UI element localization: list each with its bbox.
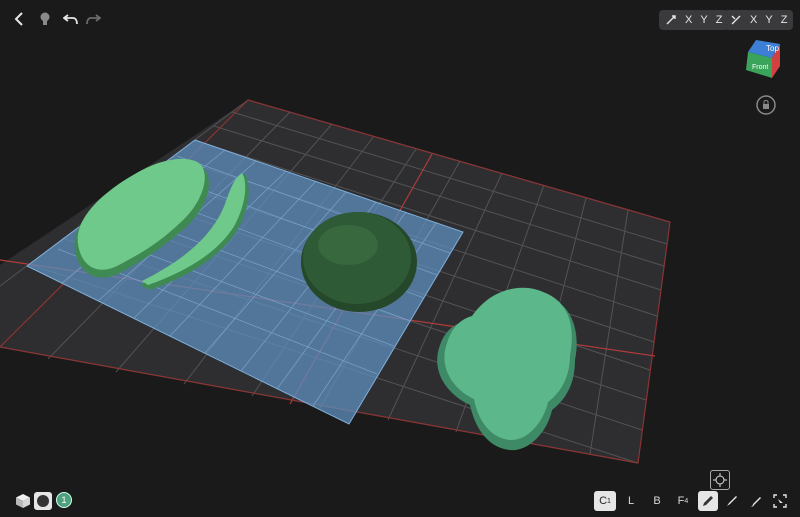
rotate-lock-icon <box>756 95 776 115</box>
voxel-shape-sphere[interactable] <box>301 212 417 312</box>
symmetry-icon <box>731 15 741 25</box>
view-cube[interactable]: Top Front <box>742 38 782 80</box>
mode-l[interactable]: L <box>620 491 642 511</box>
mirror-axis-toggle[interactable]: X Y Z <box>659 10 729 30</box>
symmetry-axis-toggle[interactable]: X Y Z <box>724 10 794 30</box>
axis-y[interactable]: Y <box>765 14 772 26</box>
hint-button[interactable] <box>32 8 58 30</box>
sphere-icon <box>37 495 49 507</box>
undo-icon <box>63 14 78 25</box>
axis-y[interactable]: Y <box>700 14 707 26</box>
chevron-left-icon <box>14 12 23 26</box>
mode-f[interactable]: F4 <box>672 491 694 511</box>
view-cube-top-label: Top <box>766 44 779 53</box>
mode-c[interactable]: C1 <box>594 491 616 511</box>
layer-badge[interactable]: 1 <box>56 492 72 508</box>
axis-z[interactable]: Z <box>781 14 788 26</box>
select-tool[interactable] <box>770 491 790 511</box>
brush-icon <box>727 496 737 506</box>
material-button[interactable] <box>34 492 52 510</box>
cube-icon <box>16 494 30 508</box>
focus-button[interactable] <box>710 470 730 490</box>
mode-b[interactable]: B <box>646 491 668 511</box>
pencil-tool[interactable] <box>698 491 718 511</box>
mode-toolbar: C1 L B F4 <box>594 491 790 511</box>
back-button[interactable] <box>6 8 32 30</box>
view-cube-front-label: Front <box>752 64 768 71</box>
pencil-icon <box>703 496 713 506</box>
paintbrush-icon <box>750 497 761 507</box>
lightbulb-icon <box>40 12 50 25</box>
rotate-lock-button[interactable] <box>755 94 777 116</box>
voxel-cube-button[interactable] <box>14 492 32 510</box>
voxel-viewport[interactable] <box>0 0 800 517</box>
brush-tool[interactable] <box>722 491 742 511</box>
axis-x[interactable]: X <box>750 14 757 26</box>
axis-x[interactable]: X <box>685 14 692 26</box>
mirror-icon <box>666 15 676 25</box>
selection-icon <box>773 494 787 508</box>
axis-z[interactable]: Z <box>716 14 723 26</box>
redo-icon <box>86 14 101 25</box>
paint-tool[interactable] <box>746 491 766 511</box>
crosshair-icon <box>713 473 727 487</box>
redo-button[interactable] <box>80 8 106 30</box>
